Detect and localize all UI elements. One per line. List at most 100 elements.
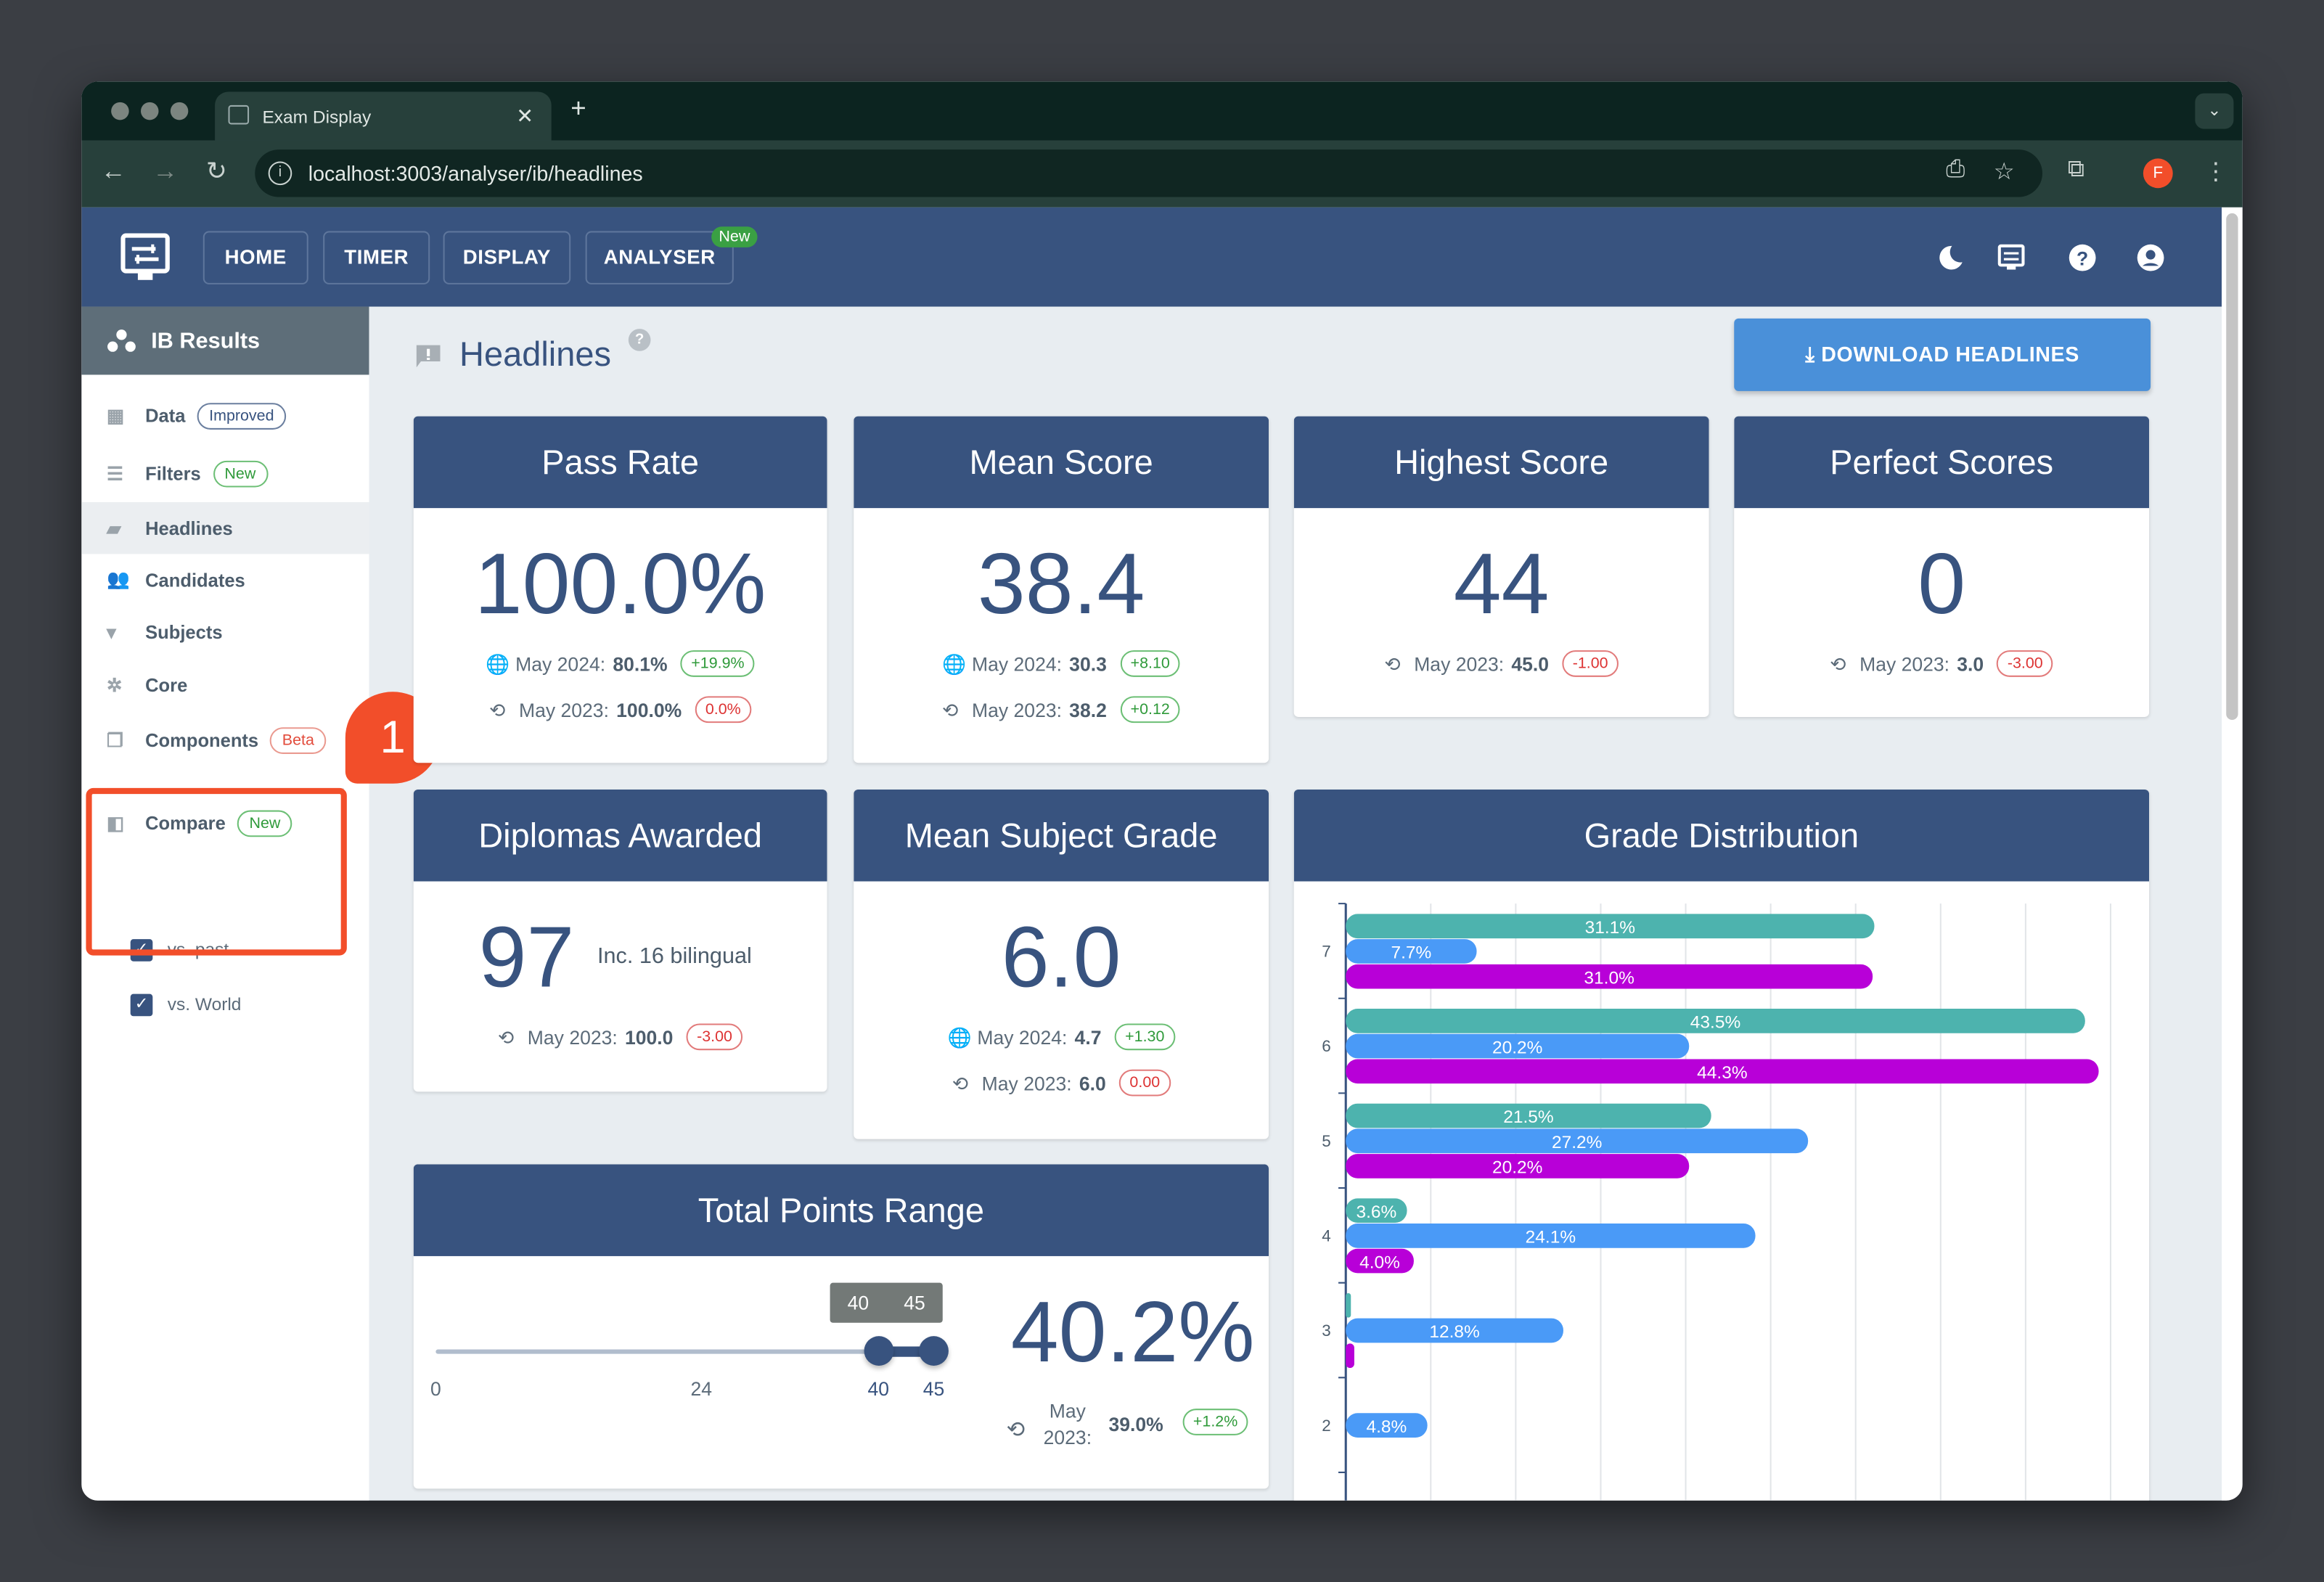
profile-avatar[interactable]: F [2143,158,2173,189]
extensions-icon[interactable]: ⧉ [2068,157,2084,184]
pass-rate-value: 100.0% [474,536,766,633]
back-icon[interactable]: ← [101,157,126,187]
sidebar-item-core[interactable]: ✲ Core [81,659,369,710]
comparison-value: 30.3 [1069,652,1107,675]
bar-label: 20.2% [1492,1038,1542,1057]
app-logo-icon[interactable] [120,232,170,282]
bar [1346,1343,1354,1369]
app-header: HOME TIMER DISPLAY ANALYSER New ? [81,207,2222,307]
reload-icon[interactable]: ↻ [206,157,227,187]
slider-track[interactable] [435,1349,934,1354]
favicon-icon [228,104,250,125]
card-title: Total Points Range [413,1164,1269,1256]
comparison-value: 3.0 [1957,652,1984,675]
slider-handle-low[interactable] [863,1336,893,1366]
sidebar-item-components[interactable]: ❐ Components Beta [81,714,369,766]
past-comparison: ⟲ May 2023: 6.0 0.00 [854,1069,1269,1097]
comparison-label: May 2023: [1859,652,1950,675]
help-icon[interactable]: ? [628,329,651,351]
page-scrollbar[interactable] [2222,207,2243,1501]
new-tab-button[interactable]: + [570,94,586,125]
svg-text:?: ? [2077,247,2088,269]
delta-badge: +1.30 [1114,1023,1175,1051]
sidebar-item-subjects[interactable]: ▾ Subjects [81,606,369,657]
card-title: Pass Rate [413,416,827,509]
minimize-window-button[interactable] [140,102,159,120]
browser-menu-icon[interactable]: ⋮ [2204,157,2228,187]
feedback-icon [416,345,441,368]
past-comparison: ⟲ May 2023: 45.0 -1.00 [1294,650,1709,677]
nav-timer-button[interactable]: TIMER [323,231,430,284]
slider-tick-label: 0 [430,1377,441,1400]
dark-mode-moon-icon[interactable] [1934,243,1964,273]
tab-title: Exam Display [262,105,372,127]
bar-label: 31.1% [1585,918,1635,938]
delta-badge: -3.00 [1997,650,2054,677]
close-tab-icon[interactable]: ✕ [516,104,533,129]
nav-home-button[interactable]: HOME [202,231,308,284]
comparison-label: May [1049,1399,1086,1422]
url-text: localhost:3003/analyser/ib/headlines [308,161,643,186]
comparison-value: 100.0% [616,698,682,721]
bar-label: 7.7% [1391,943,1431,963]
comparison-label: May 2024: [977,1025,1068,1049]
delta-badge: 0.0% [695,696,752,724]
globe-icon: 🌐 [942,652,967,675]
nav-display-button[interactable]: DISPLAY [443,231,571,284]
sidebar-header: IB Results [81,306,369,375]
diplomas-card: Diplomas Awarded 97 Inc. 16 bilingual ⟲ M… [413,789,827,1092]
sidebar-item-data[interactable]: ▦ Data Improved [81,390,369,441]
install-app-icon[interactable]: ⎙ [1946,157,1965,184]
tab-search-button[interactable]: ⌄ [2195,93,2234,129]
globe-icon: 🌐 [947,1025,972,1049]
sidebar-item-filters[interactable]: ☰ Filters New [81,447,369,499]
comparison-value: 4.7 [1074,1025,1102,1049]
forward-icon[interactable]: → [152,157,178,187]
bar-label: 31.0% [1584,968,1634,988]
card-title: Perfect Scores [1734,416,2150,509]
slider-tick-label: 24 [690,1377,713,1400]
bookmark-star-icon[interactable]: ☆ [1994,157,2015,187]
past-comparison: ⟲ May 2023: 38.2 +0.12 [854,696,1269,724]
help-icon[interactable]: ? [2068,243,2098,273]
comparison-label: 2023: [1043,1426,1092,1449]
slider-handle-high[interactable] [919,1336,949,1366]
bar-label: 24.1% [1526,1228,1576,1247]
sidebar-item-headlines[interactable]: ▰ Headlines [81,501,369,554]
download-headlines-button[interactable]: ⤓ DOWNLOAD HEADLINES [1734,318,2151,391]
comparison-label: May 2023: [518,698,609,721]
people-icon: 👥 [107,568,130,590]
world-comparison: 🌐 May 2024: 4.7 +1.30 [854,1023,1269,1051]
scrollbar-thumb[interactable] [2226,213,2238,721]
close-window-button[interactable] [111,102,129,120]
tooltip-high: 45 [904,1291,925,1314]
comparison-value: 80.1% [613,652,668,675]
page-title: Headlines [459,335,611,374]
bar [1346,1292,1351,1318]
vs-world-checkbox[interactable]: ✓ [130,993,153,1017]
results-dots-icon [107,329,136,352]
main-content: Headlines ? ⤓ DOWNLOAD HEADLINES Pass Ra… [369,307,2222,1501]
history-icon: ⟲ [1830,652,1846,675]
bar-label: 4.0% [1359,1253,1400,1272]
comparison-label: May 2024: [515,652,606,675]
delta-badge: +1.2% [1182,1409,1248,1435]
new-badge: New [213,459,268,487]
maximize-window-button[interactable] [170,102,189,120]
display-icon[interactable] [1997,243,2026,273]
bar-label: 4.8% [1367,1417,1407,1437]
past-comparison: ⟲ May 2023: 100.0% 0.0% [414,696,827,724]
slider-tick-label: 40 [867,1377,890,1400]
download-icon: ⤓ [1805,342,1822,366]
tooltip-low: 40 [847,1291,870,1314]
comparison-value: 39.0% [1108,1413,1163,1435]
url-field[interactable]: i localhost:3003/analyser/ib/headlines [255,149,2043,197]
browser-tab[interactable]: Exam Display ✕ [215,91,552,141]
account-icon[interactable] [2136,243,2166,273]
card-title: Mean Subject Grade [854,789,1269,882]
sidebar-item-candidates[interactable]: 👥 Candidates [81,554,369,605]
bilingual-note: Inc. 16 bilingual [597,943,752,969]
comparison-value: 100.0 [624,1025,674,1049]
site-info-icon[interactable]: i [268,161,292,186]
globe-icon: 🌐 [486,652,510,675]
